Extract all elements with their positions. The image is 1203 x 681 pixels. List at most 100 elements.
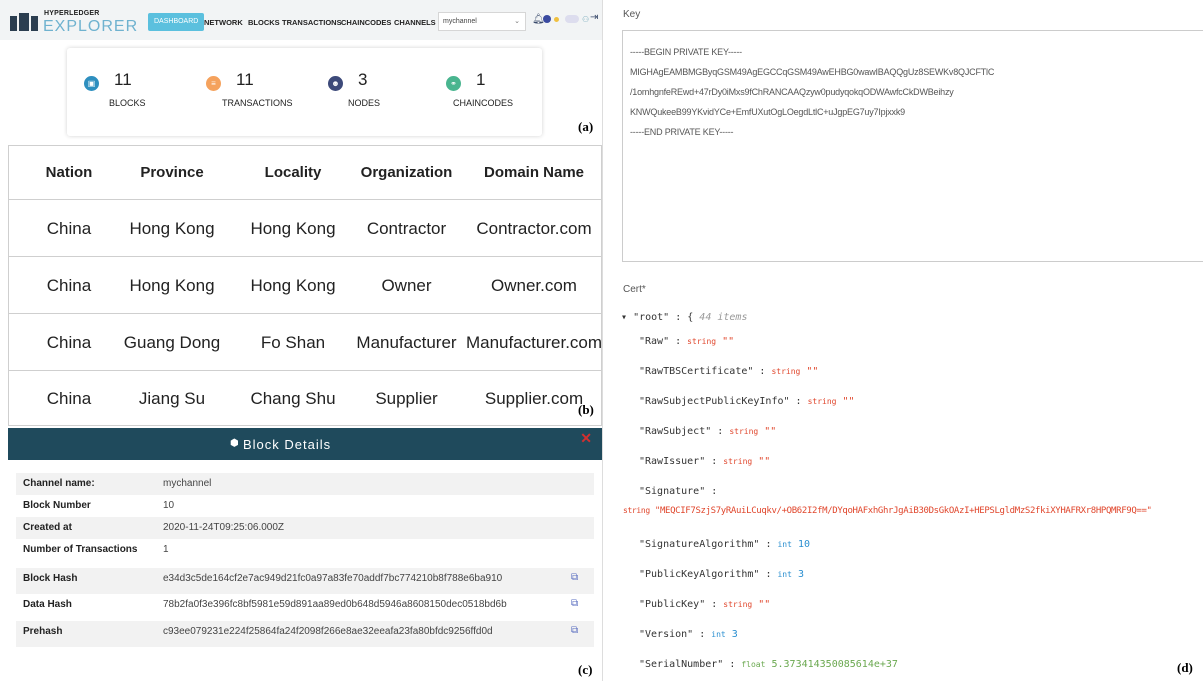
json-value: 10 [797,539,811,550]
cell-locality: Fo Shan [260,332,326,352]
detail-key: Created at [23,522,72,533]
json-type: float [741,660,766,669]
close-icon[interactable]: ✕ [580,430,592,447]
column-header-province: Province [140,164,204,181]
hyperledger-logo-icon [10,13,38,31]
nav-channels[interactable]: CHANNELS [394,18,436,27]
detail-key: Number of Transactions [23,544,138,555]
json-type: int [777,570,792,579]
json-value: "" [842,396,855,407]
json-key: "Raw" [639,336,670,347]
detail-value: e34d3c5de164cf2e7ac949d21fc0a97a83fe70ad… [163,573,503,584]
column-header-locality: Locality [264,164,322,181]
detail-key: Channel name: [23,478,95,489]
channel-select[interactable]: mychannel ⌄ [438,12,526,31]
cell-locality: Chang Shu [250,389,336,408]
json-key: "RawSubjectPublicKeyInfo" [639,396,790,407]
channel-select-value: mychannel [443,18,477,25]
table-row: China Hong Kong Hong Kong Owner Owner.co… [9,258,601,314]
detail-row-block-hash: Block Hash e34d3c5de164cf2e7ac949d21fc0a… [16,568,594,594]
logo-hyperledger-text: HYPERLEDGER [44,10,100,17]
key-cert-panel: Key -----BEGIN PRIVATE KEY----- MIGHAgEA… [602,0,1203,681]
expand-triangle-icon[interactable]: ▾ [621,312,627,323]
cell-organization: Supplier [375,389,438,408]
detail-value: 10 [163,500,175,511]
detail-value: mychannel [163,478,212,489]
logo-explorer-text: EXPLORER [43,18,139,35]
json-value: 3 [731,629,738,640]
cell-organization: Owner [381,275,432,295]
cube-icon: ⬢ [230,438,239,449]
handshake-icon: ⚭ [446,76,461,91]
detail-key: Data Hash [23,599,72,610]
table-row: China Hong Kong Hong Kong Contractor Con… [9,201,601,257]
table-header-row: Nation Province Locality Organization Do… [9,146,601,200]
json-count: 44 items [699,312,748,323]
json-field: "Raw" : string "" [639,336,735,347]
copy-icon[interactable]: ⧉ [571,625,578,636]
json-key: "PublicKeyAlgorithm" [639,569,760,580]
json-key: "RawSubject" [639,426,712,437]
column-header-organization: Organization [360,164,453,181]
json-field: "RawTBSCertificate" : string "" [639,366,819,377]
theme-toggle[interactable] [565,15,579,23]
detail-row-block-number: Block Number 10 [16,495,594,517]
detail-row-prehash: Prehash c93ee079231e224f25864fa24f2098f2… [16,621,594,647]
explorer-dashboard-panel: HYPERLEDGER EXPLORER DASHBOARD NETWORK B… [0,0,602,145]
cert-field-label: Cert* [623,284,646,295]
panel-tag-d: (d) [1177,660,1193,675]
nav-network[interactable]: NETWORK [204,18,243,27]
table-row: China Jiang Su Chang Shu Supplier Suppli… [9,372,601,426]
json-field: "RawIssuer" : string "" [639,456,771,467]
json-field: "SignatureAlgorithm" : int 10 [639,539,811,550]
json-type: int [777,540,792,549]
stat-value: 3 [358,70,368,89]
panel-tag-a: (a) [578,119,594,134]
json-field: "RawSubjectPublicKeyInfo" : string "" [639,396,855,407]
json-key: "Signature" [639,486,706,497]
json-key: "RawTBSCertificate" [639,366,754,377]
json-value: 3 [797,569,804,580]
column-header-domain: Domain Name [483,164,585,181]
status-dot [554,17,559,22]
private-key-textarea[interactable]: -----BEGIN PRIVATE KEY----- MIGHAgEAMBMG… [622,30,1203,262]
cell-province: Hong Kong [129,218,215,238]
table-row: China Guang Dong Fo Shan Manufacturer Ma… [9,315,602,371]
detail-row-data-hash: Data Hash 78b2fa0f3e396fc8bf5981e59d891a… [16,594,594,620]
detail-row-channel: Channel name: mychannel [16,473,594,495]
json-field: "PublicKey" : string "" [639,599,771,610]
json-root-node[interactable]: ▾ "root" : { 44 items [621,312,747,323]
json-field: "RawSubject" : string "" [639,426,777,437]
stat-label: CHAINCODES [453,98,514,108]
key-line: -----END PRIVATE KEY----- [630,127,734,137]
copy-icon[interactable]: ⧉ [571,598,578,609]
json-key: "root" [633,312,670,323]
json-type: string [723,600,753,609]
detail-value: 1 [163,544,169,555]
logout-icon[interactable]: ⇥ [590,12,598,23]
key-field-label: Key [623,9,641,20]
top-navbar: HYPERLEDGER EXPLORER DASHBOARD NETWORK B… [0,0,602,40]
stat-value: 1 [476,70,486,89]
nav-dashboard[interactable]: DASHBOARD [148,13,205,31]
json-value: "" [722,336,735,347]
stat-value: 11 [236,70,254,89]
copy-icon[interactable]: ⧉ [571,572,578,583]
nav-transactions[interactable]: TRANSACTIONS [282,18,342,27]
json-key: "Version" [639,629,694,640]
stats-card: ▣ 11 BLOCKS ≡ 11 TRANSACTIONS ☻ 3 NODES … [67,48,542,136]
nav-chaincodes[interactable]: CHAINCODES [341,18,391,27]
json-value: "" [764,426,777,437]
json-value: 5.373414350085614e+37 [771,659,898,670]
column-header-nation: Nation [45,164,93,181]
json-type: string [771,367,801,376]
json-type: string [687,337,717,346]
json-value: "MEQCIF7SzjS7yRAuiLCuqkv/+OB62I2fM/DYqoH… [654,506,1152,516]
json-field: "PublicKeyAlgorithm" : int 3 [639,569,804,580]
user-icon[interactable]: ⚇ [582,15,589,24]
stat-label: BLOCKS [109,98,146,108]
organization-table: Nation Province Locality Organization Do… [8,145,602,426]
nav-blocks[interactable]: BLOCKS [248,18,280,27]
json-key: "SerialNumber" [639,659,724,670]
json-type: string [807,397,837,406]
